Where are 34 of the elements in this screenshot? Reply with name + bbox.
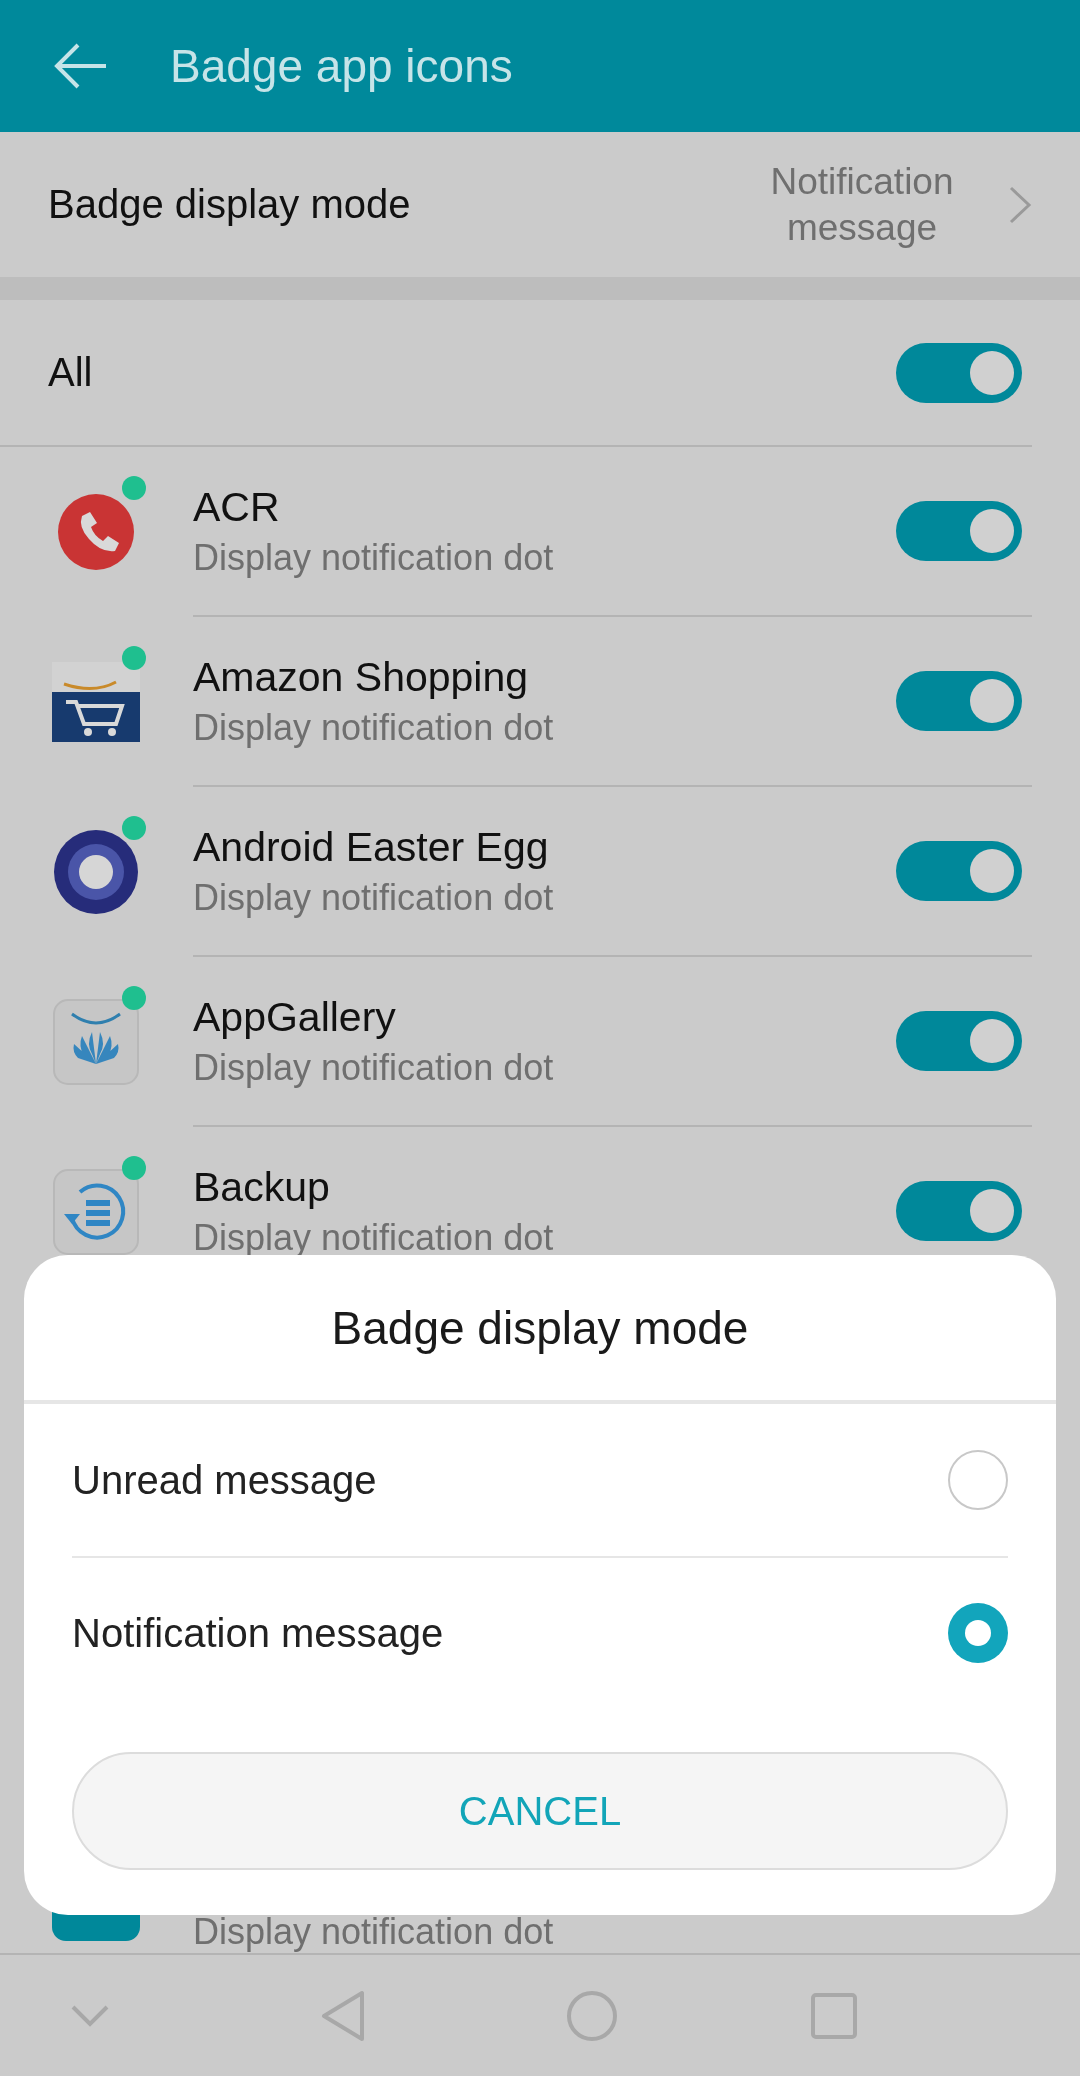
gallery-icon <box>52 998 140 1086</box>
toggle-switch[interactable] <box>896 1181 1022 1241</box>
radio-button[interactable] <box>948 1603 1008 1663</box>
option-label: Notification message <box>72 1610 444 1656</box>
toggle-switch[interactable] <box>896 1011 1022 1071</box>
row-value: Notification message <box>769 159 955 250</box>
app-name: AppGallery <box>193 993 397 1041</box>
app-subtitle: Display notification dot <box>193 706 555 749</box>
app-name: Backup <box>193 1163 331 1211</box>
app-subtitle: Display notification dot <box>193 1911 554 1953</box>
settings-row[interactable]: Badge display mode Notification message <box>0 132 1080 277</box>
chevron-icon <box>1008 184 1032 225</box>
dialog-title: Badge display mode <box>24 1255 1056 1404</box>
phone-icon <box>56 492 136 572</box>
row-label: Badge display mode <box>48 182 412 227</box>
page-title: Badge app icons <box>170 39 513 93</box>
row-label: All <box>48 350 94 395</box>
toggle-switch[interactable] <box>896 501 1022 561</box>
app-name: Amazon Shopping <box>193 653 530 701</box>
radio-button[interactable] <box>948 1450 1008 1510</box>
ring-icon <box>52 828 140 916</box>
app-subtitle: Display notification dot <box>193 1046 555 1089</box>
option-label: Unread message <box>72 1457 377 1503</box>
chevron-down-icon[interactable] <box>70 2003 110 2028</box>
app-subtitle: Display notification dot <box>193 876 555 919</box>
app-name: ACR <box>193 483 281 531</box>
app-name: Android Easter Egg <box>193 823 550 871</box>
back-icon[interactable] <box>320 1989 366 2042</box>
app-subtitle: Display notification dot <box>193 536 555 579</box>
home-icon[interactable] <box>566 1989 618 2042</box>
toggle-switch[interactable] <box>896 841 1022 901</box>
recents-icon[interactable] <box>810 1991 858 2040</box>
backup-icon <box>52 1168 140 1256</box>
toggle-switch[interactable] <box>896 671 1022 731</box>
